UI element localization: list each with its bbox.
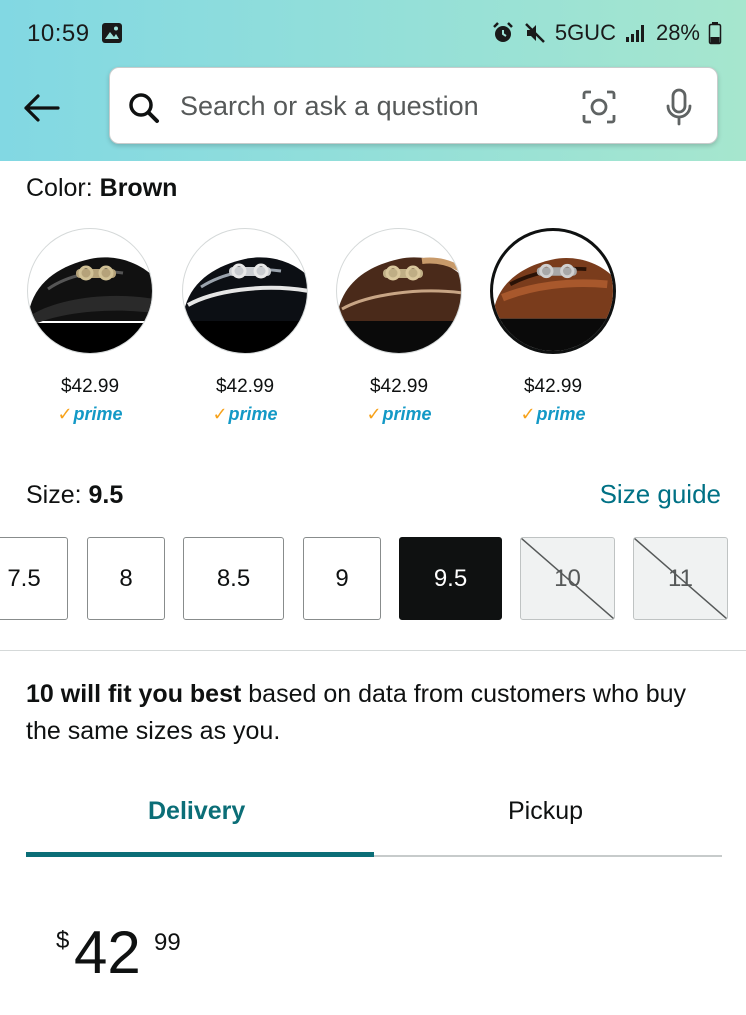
loafer-black-glossy-image [183,257,307,353]
price-fraction: 99 [154,929,181,956]
size-option-10[interactable]: 10 [520,537,615,620]
battery-icon [708,22,722,45]
color-swatch-dark-brown[interactable] [336,228,462,354]
size-guide-link[interactable]: Size guide [600,479,721,510]
color-swatch-black-patent[interactable] [27,228,153,354]
tab-delivery[interactable]: Delivery [148,797,245,826]
prime-check-icon: ✓ [212,404,228,424]
size-option-7-5[interactable]: 7.5 [0,537,68,620]
tab-pickup[interactable]: Pickup [508,797,583,826]
size-option-11[interactable]: 11 [633,537,728,620]
loafer-dark-brown-image [337,257,461,353]
tab-active-indicator [26,852,374,857]
gallery-icon [102,23,122,43]
search-placeholder[interactable]: Search or ask a question [180,91,479,122]
search-icon [129,93,159,123]
color-value: Brown [99,174,178,202]
color-swatch-black-glossy[interactable] [182,228,308,354]
prime-check-icon: ✓ [520,404,536,424]
mute-icon [524,23,545,43]
section-divider [0,650,746,651]
status-bar: 10:59 5GUC 28% [0,0,746,66]
back-arrow-icon[interactable] [20,88,62,128]
search-bar[interactable]: Search or ask a question [109,67,718,144]
prime-badge: ✓prime [366,404,432,424]
color-label: Color: Brown [26,174,178,202]
battery-percent: 28% [655,20,700,45]
fit-recommendation: 10 will fit you best based on data from … [26,680,687,745]
prime-badge: ✓prime [212,404,278,424]
swatch-price: $42.99 [215,376,275,397]
header-bar: 10:59 5GUC 28% Search or ask a question [0,0,746,161]
price-currency: $ [56,927,70,954]
camera-search-icon[interactable] [580,88,618,126]
signal-icon [625,25,644,42]
prime-check-icon: ✓ [57,404,73,424]
swatch-price: $42.99 [60,376,120,397]
alarm-icon [492,22,513,42]
prime-check-icon: ✓ [366,404,382,424]
network-type: 5GUC [554,20,616,45]
size-option-8[interactable]: 8 [87,537,165,620]
size-option-9-5[interactable]: 9.5 [399,537,502,620]
color-swatch-brown[interactable] [490,228,616,354]
size-option-8-5[interactable]: 8.5 [183,537,284,620]
swatch-price: $42.99 [523,376,583,397]
size-label: Size: 9.5 [26,481,124,509]
status-right: 5GUC 28% [491,18,722,48]
loafer-brown-image [493,258,613,351]
swatch-price: $42.99 [369,376,429,397]
status-time: 10:59 [27,20,90,47]
price-whole: 42 [74,919,141,986]
size-value: 9.5 [88,481,124,509]
microphone-icon[interactable] [664,87,694,127]
prime-badge: ✓prime [57,404,123,424]
loafer-black-patent-image [28,257,152,353]
size-option-9[interactable]: 9 [303,537,381,620]
prime-badge: ✓prime [520,404,586,424]
